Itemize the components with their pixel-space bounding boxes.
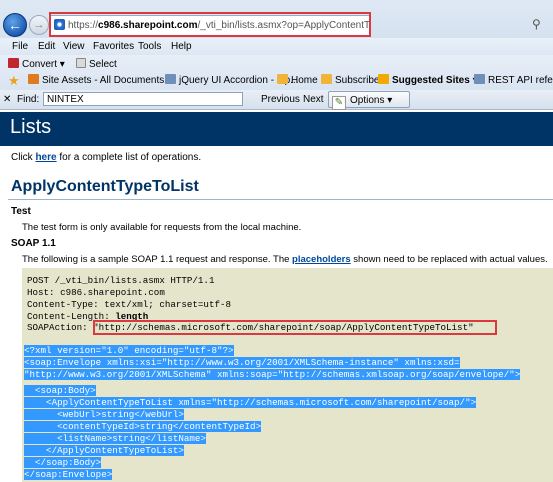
select-icon — [76, 58, 86, 68]
fav-label: Suggested Sites — [392, 75, 470, 86]
next-button[interactable]: Next — [303, 90, 324, 109]
select-button[interactable]: Select — [76, 58, 117, 70]
options-button[interactable]: ✎ Options ▾ — [328, 91, 410, 110]
select-label: Select — [89, 59, 117, 70]
menu-view[interactable]: View — [63, 38, 85, 55]
find-input[interactable]: NINTEX — [43, 92, 243, 106]
forward-button[interactable]: → — [29, 15, 49, 35]
placeholders-link[interactable]: placeholders — [292, 254, 351, 265]
xml-text: <ApplyContentTypeToList xmlns="http://sc… — [24, 397, 477, 408]
xml-text: <webUrl>string</webUrl> — [24, 409, 184, 420]
xml-text: <soap:Envelope xmlns:xsi="http://www.w3.… — [24, 357, 460, 368]
xml-line: <?xml version="1.0" encoding="utf-8"?> — [24, 345, 234, 357]
pdf-convert-icon — [8, 58, 19, 68]
xml-text: "http://www.w3.org/2001/XMLSchema" xmlns… — [24, 369, 521, 380]
options-label: Options — [350, 95, 385, 106]
search-icon[interactable]: ⚲ — [532, 17, 541, 31]
previous-button[interactable]: Previous — [261, 90, 300, 109]
fav-label: Site Assets - All Documents — [42, 75, 165, 86]
xml-line: "http://www.w3.org/2001/XMLSchema" xmlns… — [24, 369, 521, 381]
xml-text: </ApplyContentTypeToList> — [24, 445, 184, 456]
xml-text: <?xml version="1.0" encoding="utf-8"?> — [24, 345, 234, 356]
folder-icon — [321, 74, 332, 84]
menu-bar: File Edit View Favorites Tools Help — [0, 38, 553, 55]
xml-line: <soap:Envelope xmlns:xsi="http://www.w3.… — [24, 357, 460, 369]
menu-file[interactable]: File — [12, 38, 28, 55]
xml-text: <soap:Body> — [24, 385, 96, 396]
intro-text: Click here for a complete list of operat… — [11, 152, 201, 163]
page-title: Lists — [10, 116, 52, 138]
xml-text: <contentTypeId>string</contentTypeId> — [24, 421, 262, 432]
xml-line: </ApplyContentTypeToList> — [24, 445, 184, 457]
convert-label: Convert — [22, 59, 58, 70]
bing-icon — [378, 74, 389, 84]
back-button[interactable]: ← — [3, 13, 27, 37]
menu-favorites[interactable]: Favorites — [93, 38, 134, 55]
fav-site-assets[interactable]: Site Assets - All Documents — [28, 74, 164, 86]
find-label: Find: — [17, 94, 40, 105]
page-icon — [474, 74, 485, 84]
xml-line: <ApplyContentTypeToList xmlns="http://sc… — [24, 397, 477, 409]
fav-subscribe[interactable]: Subscribe — [321, 74, 379, 86]
service-header — [0, 112, 553, 146]
fav-label: Subscribe — [335, 75, 380, 86]
fav-label: REST API reference — [488, 75, 553, 86]
xml-line: <soap:Body> — [24, 385, 96, 397]
menu-help[interactable]: Help — [171, 38, 192, 55]
soap-heading: SOAP 1.1 — [11, 238, 56, 249]
intro-before: Click — [11, 152, 36, 163]
address-annotation-box — [49, 12, 371, 37]
xml-text: </soap:Envelope> — [24, 469, 113, 480]
soap-desc-before: The following is a sample SOAP 1.1 reque… — [22, 254, 293, 265]
highlight-pen-icon: ✎ — [332, 96, 346, 110]
xml-line: <webUrl>string</webUrl> — [24, 409, 184, 421]
close-icon[interactable]: ✕ — [3, 90, 11, 109]
fav-suggested-sites[interactable]: Suggested Sites ▾ — [378, 74, 478, 86]
soap-desc-after: shown need to be replaced with actual va… — [350, 254, 548, 265]
folder-icon — [277, 74, 288, 84]
request-line: POST /_vti_bin/lists.asmx HTTP/1.1 — [27, 275, 215, 286]
page-icon — [165, 74, 176, 84]
convert-button[interactable]: Convert ▾ — [8, 58, 65, 70]
xml-text: <listName>string</listName> — [24, 433, 206, 444]
menu-tools[interactable]: Tools — [138, 38, 161, 55]
operations-link[interactable]: here — [35, 152, 56, 163]
sharepoint-icon — [28, 74, 39, 84]
divider — [8, 199, 553, 200]
request-line: Content-Type: text/xml; charset=utf-8 — [27, 299, 231, 310]
soapaction-label: SOAPAction: — [27, 322, 94, 333]
xml-line: </soap:Body> — [24, 457, 102, 469]
forward-arrow-icon: → — [33, 19, 45, 31]
soapaction-annotation-box — [93, 320, 497, 335]
test-description: The test form is only available for requ… — [22, 222, 302, 233]
favorites-bar: Convert ▾ Select ★ Site Assets - All Doc… — [0, 55, 553, 90]
favorites-star-icon: ★ — [8, 73, 20, 88]
xml-line: <listName>string</listName> — [24, 433, 206, 445]
fav-rest-api[interactable]: REST API reference — [474, 74, 553, 86]
xml-line: <contentTypeId>string</contentTypeId> — [24, 421, 262, 433]
back-arrow-icon: ← — [8, 17, 22, 33]
xml-text: </soap:Body> — [24, 457, 102, 468]
test-heading: Test — [11, 206, 31, 217]
intro-after: for a complete list of operations. — [56, 152, 202, 163]
xml-line: </soap:Envelope> — [24, 469, 113, 481]
menu-edit[interactable]: Edit — [38, 38, 55, 55]
operation-title: ApplyContentTypeToList — [11, 178, 199, 195]
favorites-star[interactable]: ★ — [8, 73, 20, 89]
request-line: Host: c986.sharepoint.com — [27, 287, 165, 298]
fav-home[interactable]: Home — [277, 74, 318, 86]
fav-label: Home — [291, 75, 318, 86]
soap-description: The following is a sample SOAP 1.1 reque… — [22, 254, 548, 265]
